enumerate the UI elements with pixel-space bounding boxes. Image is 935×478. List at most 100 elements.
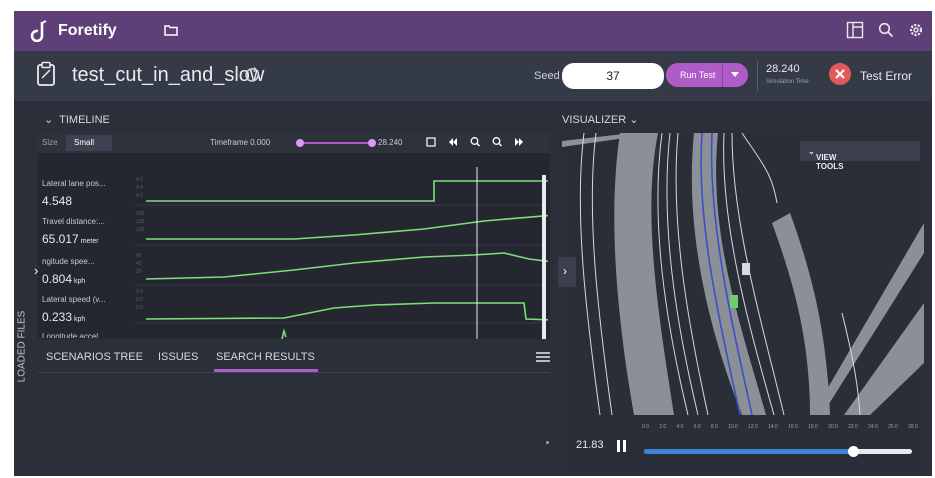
timeframe-start-handle[interactable] — [296, 139, 304, 147]
seed-input[interactable] — [562, 63, 664, 89]
svg-text:100: 100 — [136, 227, 145, 233]
loaded-files-label: LOADED FILES — [16, 310, 28, 383]
tab-issues[interactable]: ISSUES — [158, 351, 198, 363]
ego-vehicle — [730, 295, 738, 308]
row-label-travel-distance: Travel distance:... — [42, 217, 105, 226]
active-tab-indicator — [214, 369, 318, 372]
playback-slider[interactable] — [644, 446, 912, 457]
road-scene — [562, 133, 924, 415]
row-label-longitude-speed: ngitude spee... — [42, 257, 95, 266]
visualizer-title-text: VISUALIZER — [562, 114, 627, 126]
visualizer-expand-button[interactable]: › — [558, 257, 576, 287]
timeframe-start: 0.000 — [250, 138, 271, 147]
playback-tick: 14.0 — [768, 424, 778, 430]
y-axis-ticks: 4.6 4.4 4.0 200 150 100 60 40 20 0.4 0.2 0.0 — [136, 177, 145, 311]
view-tools-button[interactable]: ⌄ VIEW TOOLS — [800, 141, 920, 171]
search-icon[interactable] — [878, 22, 894, 38]
timeframe-label-text: Timeframe — [210, 138, 248, 147]
playback-tick: 4.0 — [676, 424, 684, 430]
npc-vehicle — [742, 263, 750, 275]
resize-handle[interactable] — [546, 441, 549, 444]
run-test-button[interactable]: Run Test — [666, 63, 748, 87]
tab-scenarios-tree[interactable]: SCENARIOS TREE — [46, 351, 143, 363]
error-icon — [829, 63, 851, 85]
signal-lateral-lane-pos — [146, 180, 548, 202]
row-unit: meter — [80, 238, 99, 245]
seed-label: Seed — [534, 70, 560, 82]
playback-tick: 16.0 — [788, 424, 798, 430]
svg-text:20: 20 — [136, 269, 142, 275]
folder-icon[interactable] — [164, 24, 178, 36]
run-test-divider — [722, 63, 723, 87]
visualizer-canvas[interactable]: ⌄ VIEW TOOLS — [562, 133, 924, 415]
playback-progress — [644, 449, 854, 454]
row-label-lateral-speed: Lateral speed (v... — [42, 295, 106, 304]
fit-icon[interactable] — [426, 136, 436, 148]
view-tools-label: ⌄ VIEW TOOLS — [808, 147, 844, 171]
svg-text:150: 150 — [136, 219, 145, 225]
row-value-lateral-speed: 0.233 kph — [42, 310, 85, 324]
svg-text:60: 60 — [136, 253, 142, 259]
playback-tick: 20.0 — [828, 424, 838, 430]
timeframe-slider[interactable] — [296, 139, 376, 147]
playback-tick: 0.0 — [642, 424, 649, 430]
size-label: Size — [42, 138, 58, 147]
size-value: Small — [74, 138, 95, 147]
refresh-icon[interactable] — [242, 65, 262, 85]
layout-icon[interactable] — [846, 21, 864, 39]
signal-longitude-accel — [281, 328, 287, 339]
playback-bar: 21.83 0.0 2.0 4.0 6.0 8.0 10.0 12.0 14.0 16.0 18.… — [562, 415, 924, 475]
fast-forward-icon[interactable] — [514, 136, 524, 148]
visualizer-title[interactable]: VISUALIZER ⌄ — [562, 113, 638, 126]
timeline-plots: 4.6 4.4 4.0 200 150 100 60 40 20 0.4 0.2 0.0 — [134, 167, 548, 339]
menu-icon[interactable] — [536, 352, 550, 362]
top-bar: Foretify — [14, 11, 932, 51]
zoom-out-icon[interactable] — [492, 136, 502, 148]
svg-text:0.0: 0.0 — [136, 305, 143, 311]
app-brand: Foretify — [58, 22, 117, 39]
size-select[interactable]: Small — [66, 135, 112, 151]
signal-longitude-speed — [145, 252, 548, 280]
playback-tick: 12.0 — [748, 424, 758, 430]
tab-search-results[interactable]: SEARCH RESULTS — [216, 351, 315, 363]
rewind-icon[interactable] — [448, 136, 458, 148]
playback-tick: 6.0 — [693, 424, 701, 430]
simulation-time-label: Simulation Time — [766, 79, 809, 85]
zoom-in-icon[interactable] — [470, 136, 480, 148]
row-label-longitude-accel: Longitude accel... — [42, 332, 105, 338]
row-unit: kph — [74, 278, 86, 285]
timeline-title[interactable]: ⌄ TIMELINE — [44, 113, 110, 126]
test-status: Test Error — [860, 69, 913, 83]
gear-icon[interactable] — [908, 22, 924, 38]
svg-text:0.2: 0.2 — [136, 297, 143, 303]
timeframe-end: 28.240 — [378, 138, 403, 147]
screenshot-frame: Foretify test_cut_in_and_slow Seed Run T… — [0, 0, 935, 478]
current-time: 21.83 — [576, 439, 604, 451]
chevron-down-icon[interactable] — [731, 72, 739, 78]
svg-text:4.6: 4.6 — [136, 177, 143, 183]
clipboard-icon — [37, 61, 55, 86]
row-value-text: 0.233 — [42, 310, 73, 324]
timeline-panel: Size Small Timeframe 0.000 28.240 Latera… — [38, 133, 550, 339]
playback-ticks: 0.0 2.0 4.0 6.0 8.0 10.0 12.0 14.0 16.0 18.0 20.0 2… — [642, 424, 918, 430]
timeframe-end-handle[interactable] — [368, 139, 376, 147]
svg-text:4.4: 4.4 — [136, 185, 143, 191]
row-value-travel-distance: 65.017 meter — [42, 232, 99, 246]
row-value-text: 4.548 — [42, 194, 73, 208]
timeline-scrollbar — [542, 175, 546, 339]
playback-tick: 10.0 — [728, 424, 738, 430]
playback-tick: 24.0 — [868, 424, 878, 430]
timeline-toolbar: Size Small Timeframe 0.000 28.240 — [38, 133, 550, 153]
header-divider — [757, 61, 758, 91]
signal-lateral-speed — [145, 302, 548, 321]
pause-icon[interactable] — [616, 439, 628, 453]
bottom-tabs: SCENARIOS TREE ISSUES SEARCH RESULTS — [38, 344, 550, 373]
playback-tick: 18.0 — [808, 424, 818, 430]
timeframe-label: Timeframe 0.000 — [210, 138, 270, 147]
loaded-files-panel[interactable]: LOADED FILES — [14, 101, 32, 476]
svg-text:200: 200 — [136, 211, 145, 217]
test-name: test_cut_in_and_slow — [72, 64, 265, 86]
playback-knob[interactable] — [848, 446, 860, 457]
row-label-lateral-lane-pos: Lateral lane pos... — [42, 179, 106, 188]
row-unit: kph — [74, 316, 86, 323]
